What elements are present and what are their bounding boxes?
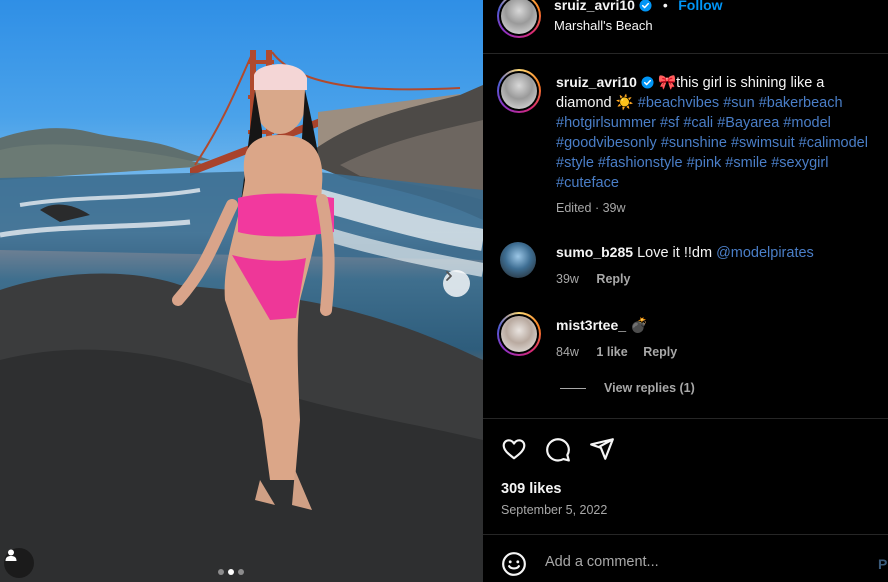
hashtag[interactable]: #hotgirlsummer: [556, 115, 656, 131]
caption-time[interactable]: 39w: [603, 201, 626, 215]
author-username[interactable]: sruiz_avri10: [554, 0, 635, 13]
hashtag[interactable]: #fashionstyle: [598, 155, 683, 171]
hashtag[interactable]: #swimsuit: [731, 135, 795, 151]
hashtag[interactable]: #cuteface: [556, 175, 619, 191]
view-replies-line: [560, 387, 586, 389]
author-avatar[interactable]: [497, 0, 541, 38]
hashtag[interactable]: #Bayarea: [717, 115, 779, 131]
commenter-avatar[interactable]: [497, 312, 541, 356]
meta-dot: ·: [594, 201, 600, 215]
reply-button[interactable]: Reply: [596, 272, 630, 286]
carousel-dot: [238, 569, 244, 575]
photo-scene: [0, 50, 483, 582]
comment-username[interactable]: sumo_b285: [556, 244, 633, 260]
comment-meta: 84w 1 like Reply: [556, 342, 876, 362]
user-icon: [5, 549, 17, 561]
reply-button[interactable]: Reply: [643, 345, 677, 359]
post-side-panel: sruiz_avri10 • Follow Marshall's Beach s…: [483, 0, 888, 582]
post-photo[interactable]: [0, 0, 483, 582]
location-link[interactable]: Marshall's Beach: [554, 18, 653, 33]
verified-badge-icon: [641, 76, 654, 89]
hashtag[interactable]: #style: [556, 155, 594, 171]
edited-label: Edited: [556, 201, 592, 215]
view-replies-button[interactable]: View replies (1): [604, 381, 695, 395]
caption-username[interactable]: sruiz_avri10: [556, 74, 637, 90]
hashtag[interactable]: #sun: [723, 95, 754, 111]
hashtag[interactable]: #goodvibesonly: [556, 135, 657, 151]
hashtag[interactable]: #sexygirl: [771, 155, 828, 171]
post-date[interactable]: September 5, 2022: [501, 503, 607, 517]
comments-section[interactable]: sruiz_avri10 🎀this girl is shining like …: [483, 55, 888, 419]
follow-button[interactable]: Follow: [678, 0, 722, 13]
header-separator: •: [662, 0, 668, 13]
hashtag[interactable]: #pink: [687, 155, 722, 171]
carousel-indicators: [218, 569, 244, 575]
post-header: sruiz_avri10 • Follow Marshall's Beach: [483, 0, 888, 54]
hashtag[interactable]: #cali: [683, 115, 713, 131]
commenter-avatar[interactable]: [500, 242, 536, 278]
chevron-right-icon: [446, 271, 452, 281]
hashtag[interactable]: #bakerbeach: [759, 95, 843, 111]
view-replies-row[interactable]: View replies (1): [560, 381, 695, 395]
comment-text: Love it !!dm: [637, 245, 713, 261]
post-actions: [501, 436, 871, 462]
comment-time[interactable]: 39w: [556, 272, 579, 286]
verified-badge-icon: [639, 0, 652, 12]
carousel-dot-active: [228, 569, 234, 575]
caption-emoji: 🎀: [658, 75, 677, 91]
hashtag[interactable]: #smile: [725, 155, 767, 171]
add-comment-bar: P: [483, 534, 888, 582]
likes-count[interactable]: 309 likes: [501, 481, 561, 497]
comment-username[interactable]: mist3rtee_: [556, 317, 626, 333]
comment-input[interactable]: [545, 554, 845, 570]
comment-likes[interactable]: 1 like: [596, 345, 627, 359]
comment-item: sumo_b285 Love it !!dm @modelpirates 39w…: [556, 242, 876, 289]
caption-avatar[interactable]: [497, 69, 541, 113]
hashtag[interactable]: #beachvibes: [638, 95, 719, 111]
post-caption: sruiz_avri10 🎀this girl is shining like …: [556, 72, 876, 218]
heart-icon[interactable]: [501, 436, 527, 462]
comment-text: 💣: [630, 318, 649, 334]
caption-emoji-sun: ☀️: [615, 95, 634, 111]
carousel-dot: [218, 569, 224, 575]
comment-mention[interactable]: @modelpirates: [716, 245, 814, 261]
comment-item: mist3rtee_ 💣 84w 1 like Reply: [556, 315, 876, 362]
smile-icon[interactable]: [501, 551, 527, 577]
hashtag[interactable]: #model: [783, 115, 831, 131]
share-icon[interactable]: [589, 436, 615, 462]
hashtag[interactable]: #calimodel: [799, 135, 868, 151]
tagged-users-button[interactable]: [4, 548, 34, 578]
post-comment-button[interactable]: P: [878, 556, 887, 572]
comment-meta: 39w Reply: [556, 269, 876, 289]
comment-time[interactable]: 84w: [556, 345, 579, 359]
next-photo-button[interactable]: [443, 270, 470, 297]
hashtag[interactable]: #sunshine: [661, 135, 727, 151]
caption-meta: Edited · 39w: [556, 198, 876, 218]
header-title-row: sruiz_avri10 • Follow: [554, 0, 723, 15]
hashtag[interactable]: #sf: [660, 115, 679, 131]
comment-icon[interactable]: [545, 436, 571, 462]
